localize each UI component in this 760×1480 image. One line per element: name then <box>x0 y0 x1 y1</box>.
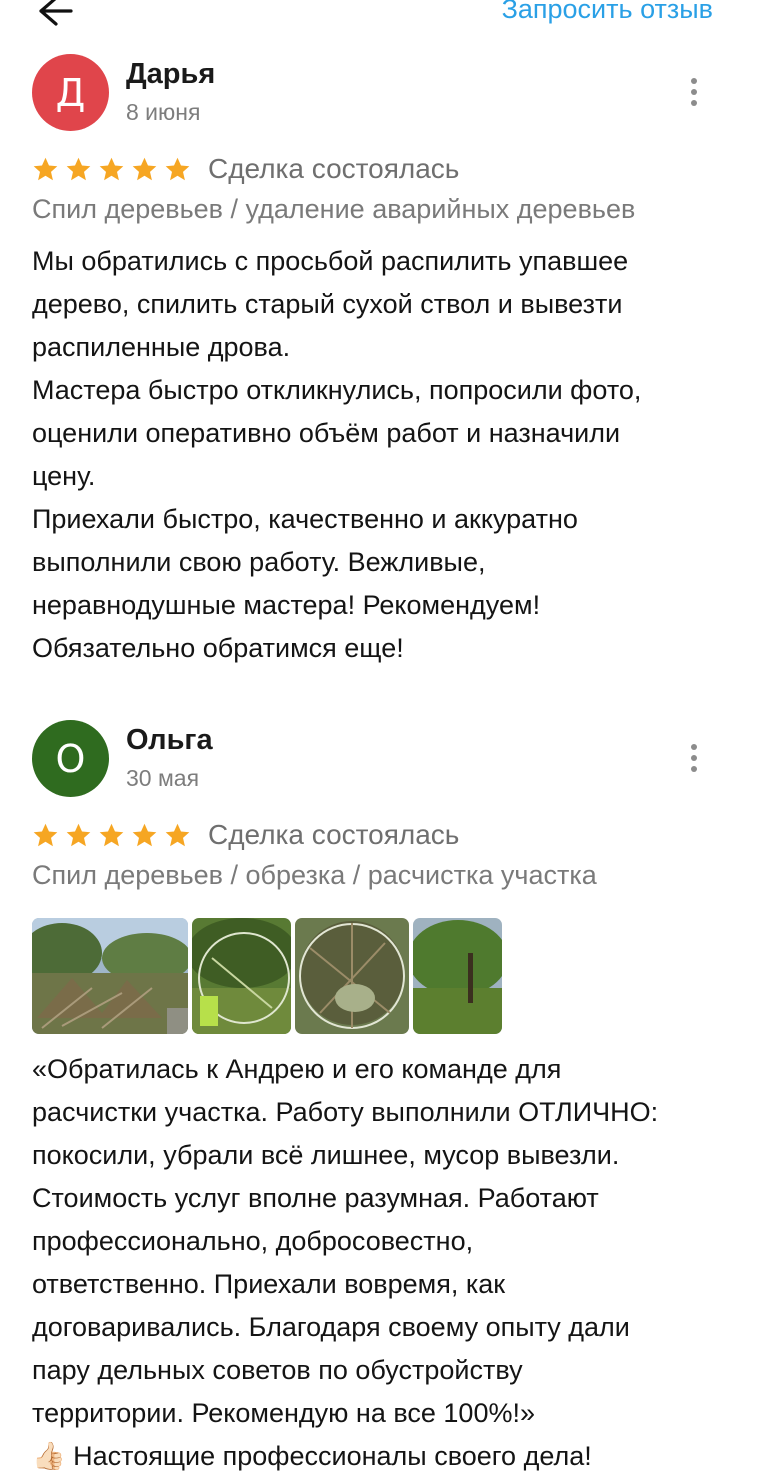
review-card: Д Дарья 8 июня Сделка состоялась Спил де… <box>0 54 760 674</box>
review-photos <box>32 918 506 1034</box>
review-text-line: Мастера быстро откликнулись, попросили ф… <box>32 375 642 405</box>
review-text-line: «Обратилась к Андрею и его команде для <box>32 1054 562 1084</box>
review-text-line: выполнили свою работу. Вежливые, <box>32 547 486 577</box>
star-icon <box>132 157 157 180</box>
review-text-line: цену. <box>32 461 96 491</box>
star-icon <box>132 823 157 846</box>
star-icon <box>99 157 124 180</box>
review-text-line: распиленные дрова. <box>32 332 291 362</box>
avatar: Д <box>32 54 109 131</box>
reviewer-name: Дарья <box>126 58 216 90</box>
back-button[interactable] <box>34 0 74 28</box>
review-text: Мы обратились с просьбой распилить упавш… <box>32 240 732 670</box>
more-vertical-icon <box>682 744 706 772</box>
star-icon <box>99 823 124 846</box>
review-text-line: договаривались. Благодаря своему опыту д… <box>32 1312 630 1342</box>
more-vertical-icon <box>682 78 706 106</box>
more-options-button[interactable] <box>682 744 706 778</box>
review-text-line: ответственно. Приехали вовремя, как <box>32 1269 506 1299</box>
rating-row: Сделка состоялась <box>32 818 459 852</box>
review-date: 8 июня <box>126 99 201 125</box>
review-text-line: Обязательно обратимся еще! <box>32 633 404 663</box>
star-icon <box>66 823 91 846</box>
review-text-line: территории. Рекомендую на все 100%!» <box>32 1398 535 1428</box>
star-rating <box>32 156 197 183</box>
review-text-line: покосили, убрали всё лишнее, мусор вывез… <box>32 1140 620 1170</box>
review-text-line: расчистки участка. Работу выполнили ОТЛИ… <box>32 1097 659 1127</box>
review-text-line: Мы обратились с просьбой распилить упавш… <box>32 246 629 276</box>
star-icon <box>66 157 91 180</box>
review-photo[interactable] <box>295 918 409 1034</box>
review-text-line: пару дельных советов по обустройству <box>32 1355 523 1385</box>
star-icon <box>33 157 58 180</box>
star-rating <box>32 822 197 849</box>
star-icon <box>33 823 58 846</box>
more-options-button[interactable] <box>682 78 706 112</box>
star-icon <box>165 157 190 180</box>
review-photo[interactable] <box>413 918 502 1034</box>
review-text-line: 👍🏻 Настоящие профессионалы своего дела! <box>32 1441 592 1471</box>
review-date: 30 мая <box>126 765 200 791</box>
review-text-line: оценили оперативно объём работ и назначи… <box>32 418 621 448</box>
review-card: О Ольга 30 мая Сделка состоялась Спил де… <box>0 720 760 1480</box>
star-icon <box>165 823 190 846</box>
service-category: Спил деревьев / обрезка / расчистка учас… <box>32 860 597 890</box>
review-text-line: Приехали быстро, качественно и аккуратно <box>32 504 578 534</box>
request-review-button[interactable]: Запросить отзыв <box>502 0 713 25</box>
arrow-left-icon <box>39 0 73 26</box>
reviewer-name: Ольга <box>126 724 213 756</box>
review-text-line: дерево, спилить старый сухой ствол и выв… <box>32 289 623 319</box>
rating-row: Сделка состоялась <box>32 152 459 186</box>
deal-status: Сделка состоялась <box>208 819 460 850</box>
review-text: «Обратилась к Андрею и его команде для р… <box>32 1048 732 1478</box>
review-photo[interactable] <box>32 918 188 1034</box>
review-text-line: неравнодушные мастера! Рекомендуем! <box>32 590 541 620</box>
review-text-line: профессионально, добросовестно, <box>32 1226 474 1256</box>
review-photo[interactable] <box>192 918 291 1034</box>
avatar: О <box>32 720 109 797</box>
service-category: Спил деревьев / удаление аварийных дерев… <box>32 194 636 224</box>
top-bar: Запросить отзыв <box>0 0 760 34</box>
review-text-line: Стоимость услуг вполне разумная. Работаю… <box>32 1183 599 1213</box>
deal-status: Сделка состоялась <box>208 153 460 184</box>
